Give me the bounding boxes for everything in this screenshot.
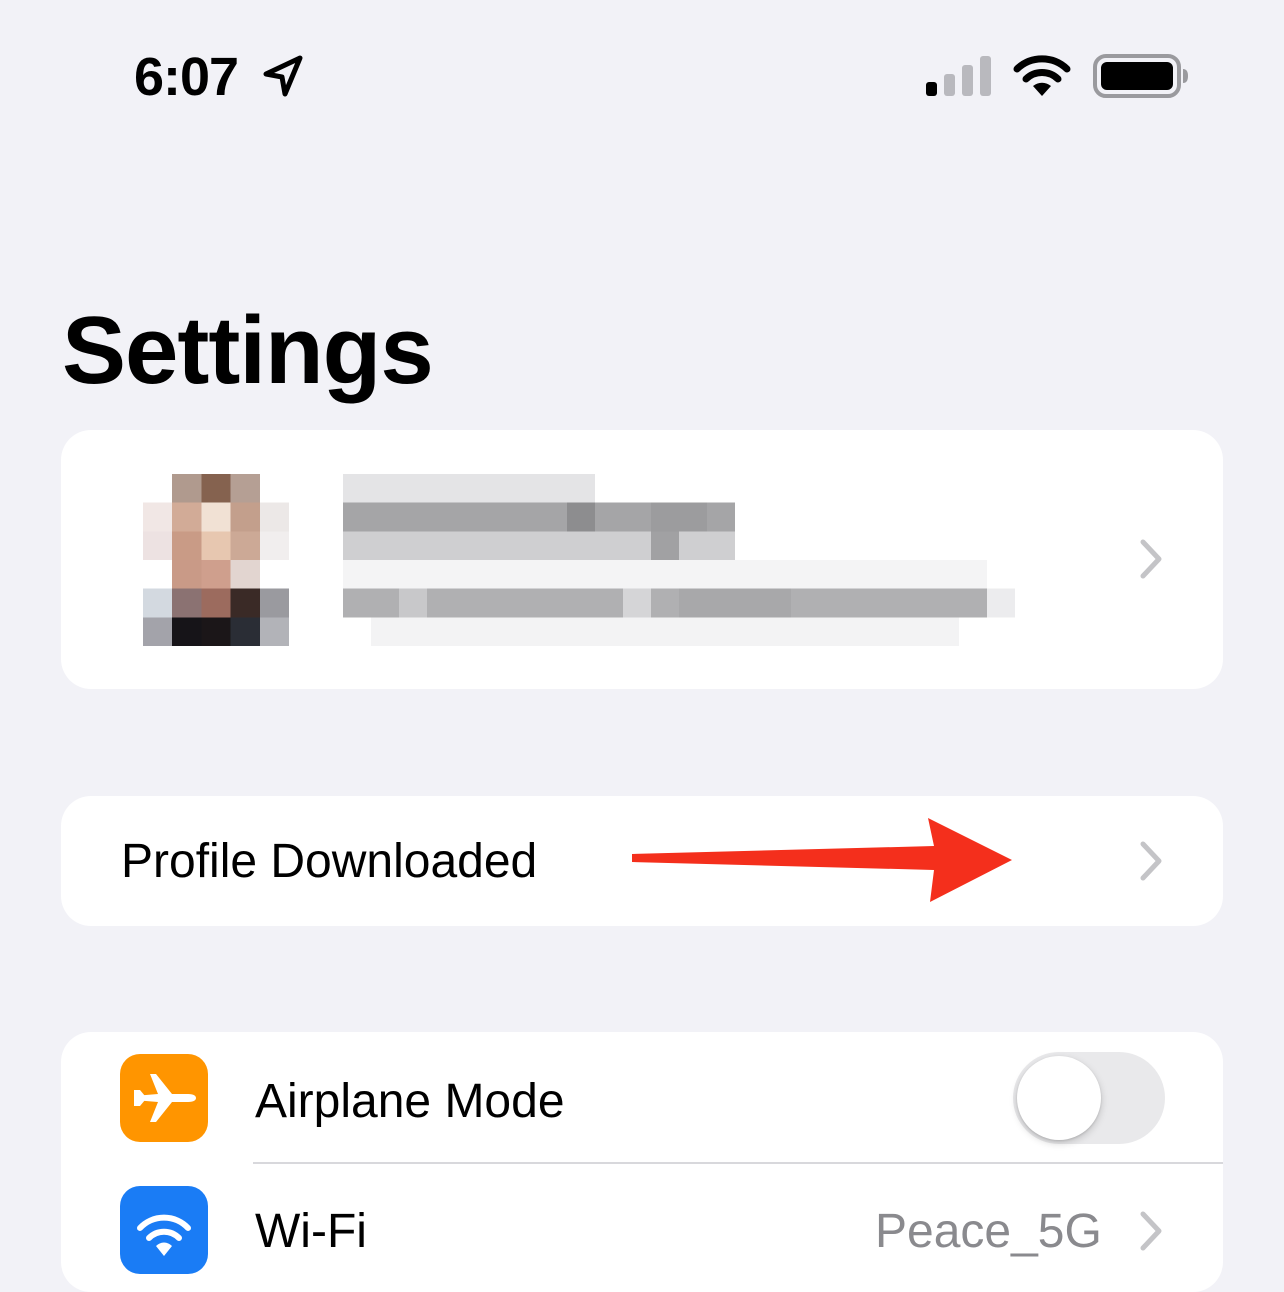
- avatar: [143, 474, 289, 646]
- status-bar: 6:07: [0, 0, 1284, 150]
- settings-row-wifi[interactable]: Wi-Fi Peace_5G: [61, 1164, 1223, 1292]
- airplane-mode-toggle[interactable]: [1013, 1052, 1165, 1144]
- airplane-mode-label: Airplane Mode: [255, 1075, 565, 1128]
- cellular-signal-icon: [926, 56, 991, 96]
- status-time: 6:07: [134, 47, 239, 107]
- airplane-mode-app-icon: [120, 1054, 208, 1142]
- wifi-icon: [1013, 55, 1071, 96]
- settings-list: Airplane Mode Wi-Fi Peace_5G: [61, 1032, 1223, 1292]
- battery-icon: [1093, 54, 1188, 98]
- settings-row-airplane-mode[interactable]: Airplane Mode: [61, 1032, 1223, 1163]
- wifi-label: Wi-Fi: [255, 1205, 367, 1258]
- wifi-app-icon: [120, 1186, 208, 1274]
- apple-id-account-card[interactable]: [61, 430, 1223, 689]
- annotation-arrow: [632, 818, 1012, 902]
- chevron-right-icon: [1140, 841, 1162, 881]
- toggle-knob: [1017, 1056, 1101, 1140]
- account-name-email-redacted: [343, 474, 1043, 646]
- page-title: Settings: [62, 297, 434, 404]
- chevron-right-icon: [1140, 539, 1162, 579]
- profile-downloaded-label: Profile Downloaded: [121, 835, 538, 888]
- airplane-icon: [134, 1074, 196, 1122]
- wifi-icon: [137, 1214, 191, 1256]
- wifi-network-value: Peace_5G: [875, 1205, 1102, 1258]
- chevron-right-icon: [1140, 1211, 1162, 1251]
- location-arrow-icon: [263, 55, 303, 97]
